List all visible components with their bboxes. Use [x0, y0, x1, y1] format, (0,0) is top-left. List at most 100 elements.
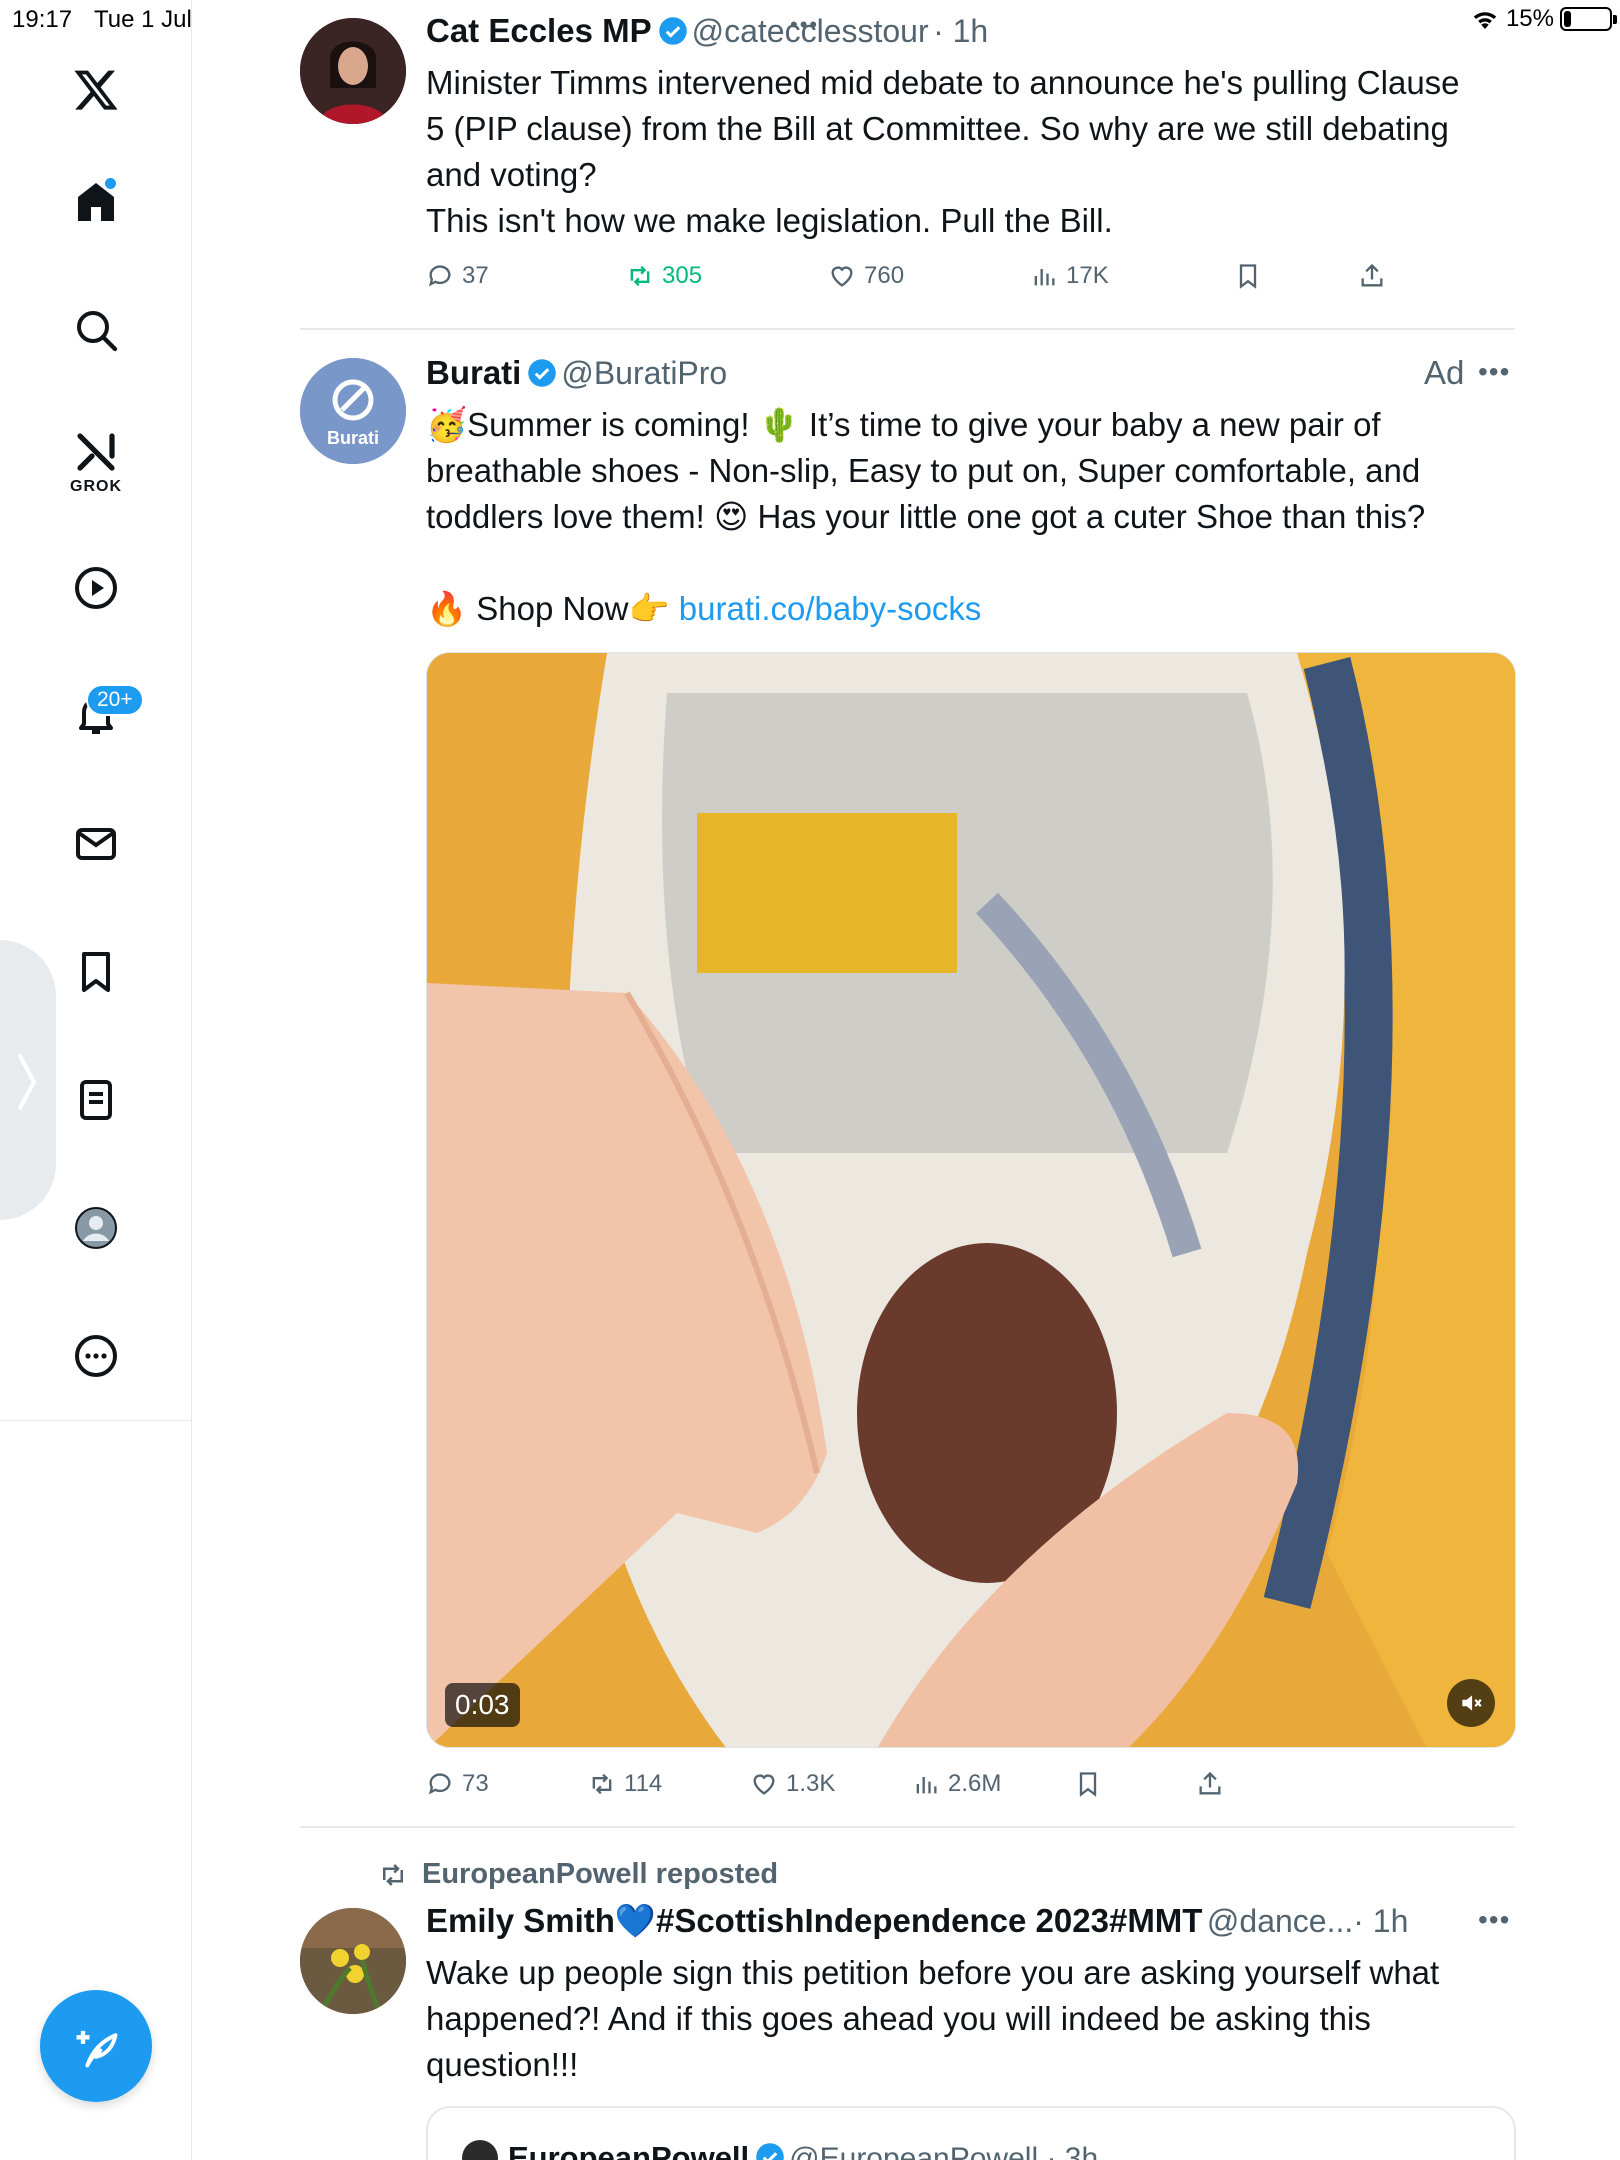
verified-badge-icon [528, 359, 557, 387]
verified-badge-icon [756, 2143, 784, 2160]
tweet1-repost-button[interactable]: 305 [626, 262, 702, 290]
tweet2-line: breathable shoes - Non-slip, Easy to put… [426, 452, 1421, 489]
tweet3-time[interactable]: · 1h [1353, 1903, 1408, 1939]
tweet1-author-name[interactable]: Cat Eccles MP [426, 12, 652, 49]
tweet3-line: question!!! [426, 2046, 579, 2083]
x-logo-icon[interactable] [62, 56, 130, 124]
battery-icon [1560, 7, 1617, 31]
reply-icon [428, 1773, 451, 1795]
sidebar-divider [0, 1420, 192, 1421]
avatar-cat-eccles[interactable] [300, 18, 406, 124]
tweet2-more-icon[interactable]: ••• [1478, 356, 1510, 388]
tweet1-line: 5 (PIP clause) from the Bill at Committe… [426, 110, 1449, 147]
tweet1-views-button[interactable]: 17K [1030, 262, 1109, 290]
tweet2-view-count: 2.6M [948, 1770, 1002, 1797]
tweet2-line: toddlers love them! 😍 Has your little on… [426, 498, 1426, 535]
tweet2-reply-button[interactable]: 73 [426, 1770, 489, 1798]
tweet2-text: 🥳Summer is coming! 🌵 It’s time to give y… [426, 402, 1425, 632]
quote-handle: @EuropeanPowell · 3h [789, 2142, 1099, 2160]
heart-icon [831, 266, 853, 287]
tweet2-repost-count: 114 [624, 1770, 663, 1797]
more-options-icon[interactable] [62, 1322, 130, 1390]
tweet1-bookmark-button[interactable] [1234, 262, 1262, 290]
tweet2-like-count: 1.3K [786, 1770, 836, 1797]
tweet2-handle[interactable]: @BuratiPro [561, 355, 727, 391]
tweet2-shop-line: 🔥 Shop Now👉 burati.co/baby-socks [426, 586, 1425, 632]
tweet1-handle[interactable]: @catecclesstour [692, 13, 929, 49]
tweet2-header: Burati @BuratiPro [426, 354, 727, 392]
repost-icon [592, 1773, 612, 1795]
video-icon[interactable] [62, 554, 130, 622]
repost-context[interactable]: EuropeanPowell reposted [378, 1858, 778, 1891]
quoted-tweet-card[interactable]: EuropeanPowell @EuropeanPowell · 3h [426, 2106, 1516, 2160]
messages-envelope-icon[interactable] [62, 810, 130, 878]
tweet1-like-count: 760 [864, 262, 905, 289]
sidebar-drawer-handle[interactable] [0, 940, 56, 1220]
ad-video-player[interactable]: 0:03 [426, 652, 1516, 1748]
notifications-badge: 20+ [86, 684, 144, 716]
shop-now-text: 🔥 Shop Now👉 [426, 590, 679, 627]
tweet2-reply-count: 73 [462, 1770, 489, 1797]
bookmark-icon [1239, 264, 1257, 289]
bookmarks-icon[interactable] [62, 938, 130, 1006]
tweet3-line: happened?! And if this goes ahead you wi… [426, 2000, 1371, 2037]
avatar-burati[interactable]: Burati [300, 358, 406, 464]
home-unread-dot [105, 178, 116, 189]
tweet2-repost-button[interactable]: 114 [588, 1770, 662, 1798]
tweet3-header: Emily Smith💙#ScottishIndependence 2023#M… [426, 1902, 1408, 1941]
lists-icon[interactable] [62, 1066, 130, 1134]
tweet1-repost-count: 305 [662, 262, 703, 289]
tweet2-author-name[interactable]: Burati [426, 354, 521, 391]
tweet1-reply-count: 37 [462, 262, 489, 289]
tweet2-bookmark-button[interactable] [1074, 1770, 1102, 1798]
bookmark-icon [1079, 1772, 1097, 1797]
tweet3-line: Wake up people sign this petition before… [426, 1954, 1440, 1991]
shop-link[interactable]: burati.co/baby-socks [679, 590, 982, 627]
shoe-video-frame [427, 653, 1515, 1747]
tweet3-author-name[interactable]: Emily Smith💙#ScottishIndependence 2023#M… [426, 1902, 1202, 1939]
repost-by-text: EuropeanPowell reposted [422, 1858, 779, 1890]
tweet1-view-count: 17K [1066, 262, 1109, 289]
grok-icon[interactable] [62, 418, 130, 486]
tweet1-like-button[interactable]: 760 [828, 262, 904, 290]
home-icon[interactable] [62, 168, 130, 236]
tweet3-more-icon[interactable]: ••• [1478, 1904, 1510, 1936]
speaker-muted-icon [1462, 1695, 1482, 1711]
tweet3-text: Wake up people sign this petition before… [426, 1950, 1439, 2088]
share-icon [1199, 1771, 1221, 1795]
feather-plus-icon [76, 2030, 118, 2068]
tweet1-time[interactable]: · 1h [933, 13, 988, 49]
views-chart-icon [916, 1777, 937, 1794]
avatar-emily-smith[interactable] [300, 1908, 406, 2014]
profile-avatar-icon[interactable] [62, 1194, 130, 1262]
battery-fill [1564, 11, 1571, 27]
tweet-divider [300, 1826, 1515, 1828]
tweet3-handle[interactable]: @dance... [1207, 1903, 1353, 1939]
repost-icon [630, 265, 650, 287]
grok-label: GROK [70, 478, 122, 495]
tweet2-like-button[interactable]: 1.3K [750, 1770, 835, 1798]
share-icon [1361, 263, 1383, 287]
quote-author-name: EuropeanPowell [508, 2140, 750, 2160]
repost-icon [383, 1863, 403, 1886]
views-chart-icon [1034, 269, 1055, 286]
chevron-right-icon [18, 1054, 37, 1110]
tweet1-header: Cat Eccles MP @catecclesstour · 1h [426, 12, 988, 50]
tweet2-views-button[interactable]: 2.6M [912, 1770, 1001, 1798]
tweet1-share-button[interactable] [1358, 262, 1386, 290]
wifi-icon [1473, 12, 1497, 29]
status-right: 15% [1470, 5, 1617, 33]
verified-badge-icon [658, 17, 687, 45]
tweet1-reply-button[interactable]: 37 [426, 262, 489, 290]
compose-post-button[interactable] [40, 1990, 152, 2102]
quote-avatar [462, 2140, 498, 2160]
search-icon[interactable] [62, 296, 130, 364]
tweet1-line: Minister Timms intervened mid debate to … [426, 64, 1460, 101]
tweet2-share-button[interactable] [1196, 1770, 1224, 1798]
burati-avatar-text: Burati [326, 428, 379, 448]
quote-header: EuropeanPowell @EuropeanPowell · 3h [508, 2140, 1098, 2160]
ad-label: Ad [1424, 354, 1465, 391]
tweet2-line: 🥳Summer is coming! 🌵 It’s time to give y… [426, 406, 1381, 443]
tweet-divider [300, 328, 1515, 330]
mute-button[interactable] [1447, 1679, 1495, 1727]
